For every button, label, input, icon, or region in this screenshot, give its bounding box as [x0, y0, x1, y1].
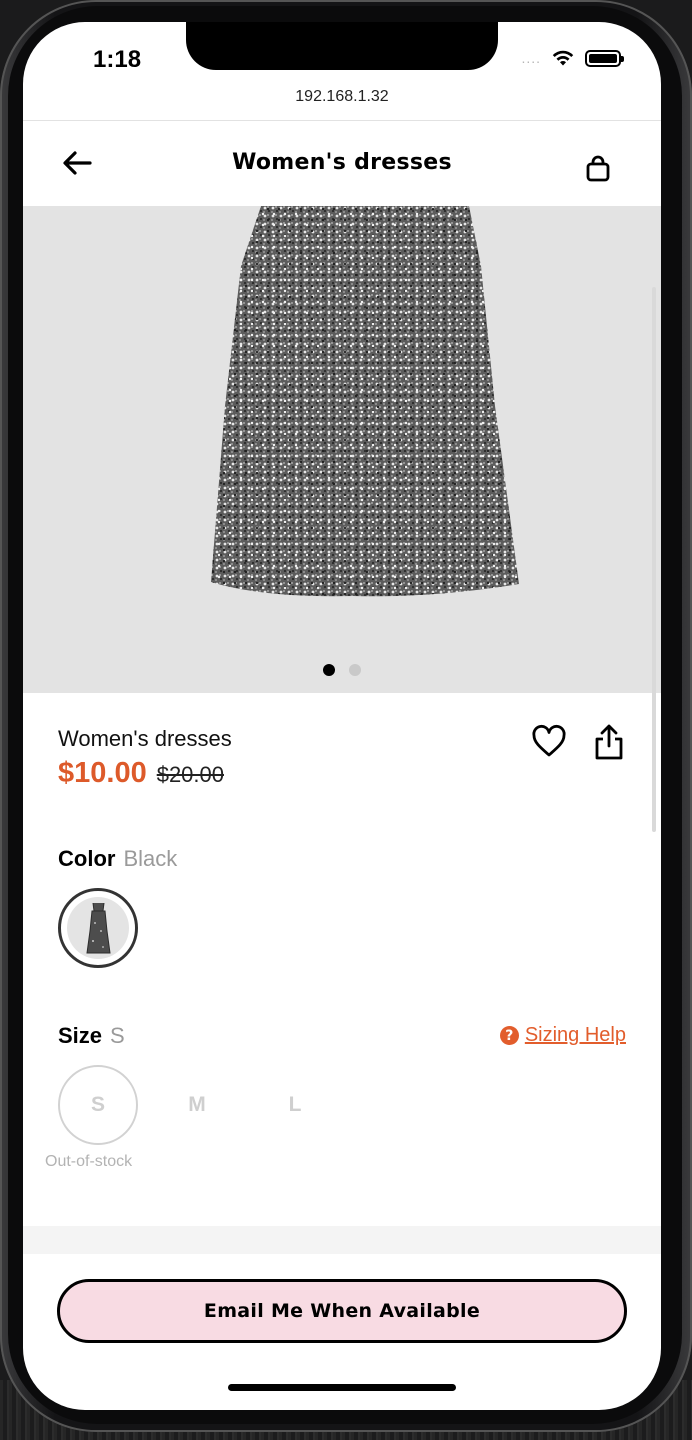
- sale-price: $10.00: [58, 757, 147, 789]
- share-button[interactable]: [592, 722, 626, 762]
- wifi-icon: [552, 50, 574, 66]
- question-circle-icon: ?: [499, 1026, 519, 1045]
- page-title: Women's dresses: [232, 150, 452, 175]
- status-icons: ....: [521, 49, 624, 67]
- battery-icon: [585, 49, 624, 67]
- scrollbar[interactable]: [652, 287, 656, 832]
- email-me-when-available-button[interactable]: Email Me When Available: [57, 1279, 627, 1343]
- size-section-label: Size S: [58, 1023, 125, 1049]
- dress-thumbnail: [86, 902, 111, 954]
- selected-size-value: S: [110, 1023, 125, 1048]
- status-time: 1:18: [93, 46, 142, 73]
- pagination-dot-active[interactable]: [323, 664, 335, 676]
- color-swatch-thumbnail: [67, 897, 129, 959]
- url-bar[interactable]: 192.168.1.32: [23, 88, 661, 106]
- price-row: $10.00 $20.00: [58, 757, 224, 790]
- home-indicator[interactable]: [228, 1384, 456, 1391]
- selected-color-value: Black: [123, 846, 178, 871]
- color-label: Color: [58, 846, 116, 871]
- color-swatch-black[interactable]: [58, 888, 138, 968]
- original-price: $20.00: [156, 762, 224, 787]
- out-of-stock-label: Out-of-stock: [45, 1153, 133, 1170]
- shopping-bag-icon: [586, 155, 610, 182]
- heart-icon: [532, 724, 566, 757]
- product-name: Women's dresses: [58, 726, 232, 751]
- section-divider: [23, 1226, 661, 1254]
- size-option-l[interactable]: L: [255, 1065, 335, 1145]
- phone-screen: 1:18 .... 192.168.1.32 Women's dresses W…: [23, 22, 661, 1410]
- size-option-m[interactable]: M: [157, 1065, 237, 1145]
- gallery-pagination: [23, 664, 661, 676]
- nav-header: Women's dresses: [23, 121, 661, 205]
- share-icon: [595, 724, 623, 760]
- pagination-dot[interactable]: [349, 664, 361, 676]
- signal-icon: ....: [521, 50, 541, 66]
- color-section-label: Color Black: [58, 846, 177, 872]
- cart-button[interactable]: [585, 155, 611, 183]
- product-image-gallery[interactable]: [23, 206, 661, 693]
- size-label: Size: [58, 1023, 103, 1048]
- product-image: [211, 206, 519, 597]
- size-option-s[interactable]: S: [58, 1065, 138, 1145]
- sizing-help-label: Sizing Help: [524, 1024, 626, 1046]
- notch: [186, 22, 498, 70]
- favorite-button[interactable]: [531, 724, 567, 760]
- sizing-help-link[interactable]: ? Sizing Help: [499, 1024, 626, 1047]
